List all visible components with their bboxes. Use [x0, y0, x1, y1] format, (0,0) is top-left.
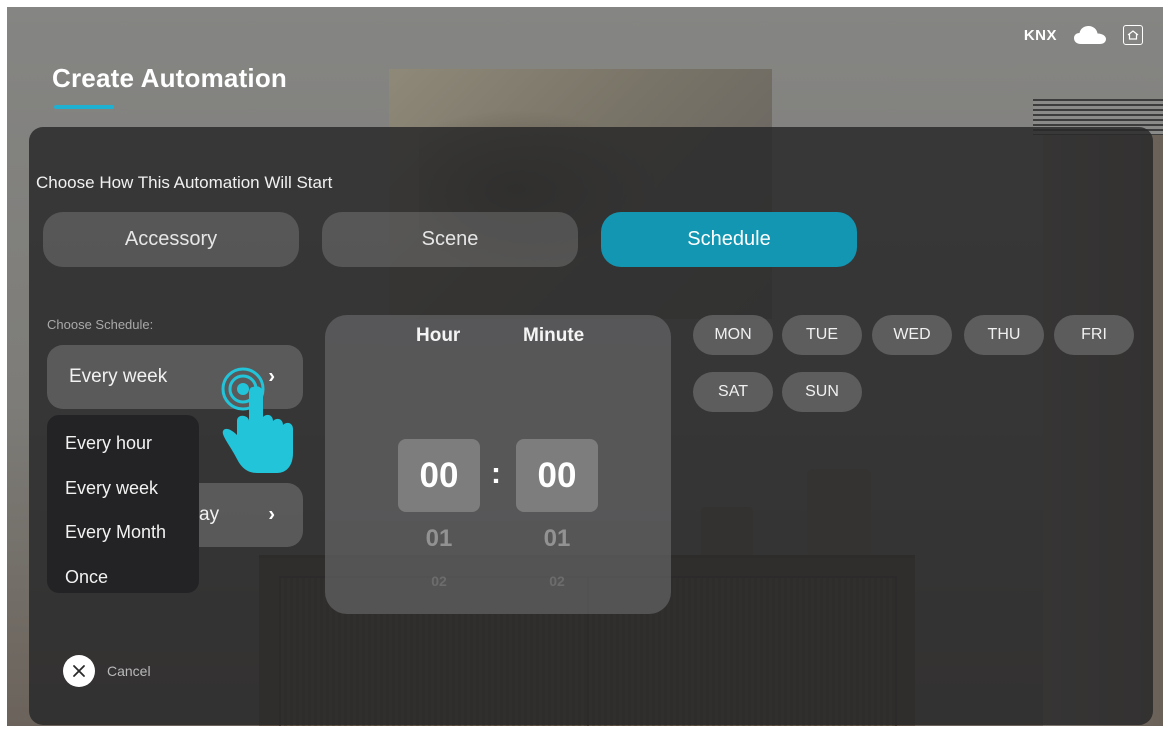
minute-next2-value[interactable]: 02 — [516, 573, 598, 589]
cloud-icon[interactable] — [1073, 25, 1107, 45]
close-glyph-icon — [73, 665, 85, 677]
schedule-button[interactable]: Schedule — [601, 212, 857, 267]
tap-gesture-icon — [221, 367, 293, 473]
time-separator: : — [491, 457, 501, 490]
day-chip-mon[interactable]: MON — [693, 315, 773, 355]
day-chip-sat[interactable]: SAT — [693, 372, 773, 412]
page-title: Create Automation — [52, 63, 288, 93]
schedule-select-value: Every week — [69, 366, 168, 387]
schedule-dropdown: Every hour Every week Every Month Once — [47, 415, 199, 593]
screen: KNX Create Automation Choose How This Au… — [7, 7, 1163, 726]
day-chip-tue[interactable]: TUE — [782, 315, 862, 355]
home-glyph-icon — [1127, 30, 1139, 40]
secondary-select-value: ay — [199, 504, 220, 525]
day-chip-thu[interactable]: THU — [964, 315, 1044, 355]
minute-next-value[interactable]: 01 — [516, 525, 598, 553]
time-picker[interactable]: Hour Minute 00 : 00 01 01 02 02 — [325, 315, 671, 614]
dropdown-item-once[interactable]: Once — [47, 555, 199, 600]
day-chip-sun[interactable]: SUN — [782, 372, 862, 412]
home-icon[interactable] — [1123, 25, 1143, 45]
section-heading: Choose How This Automation Will Start — [36, 173, 333, 192]
day-chip-wed[interactable]: WED — [872, 315, 952, 355]
knx-label: KNX — [1023, 26, 1057, 44]
day-chip-fri[interactable]: FRI — [1054, 315, 1134, 355]
status-bar: KNX — [1024, 23, 1143, 47]
hour-next-value[interactable]: 01 — [398, 525, 480, 553]
hour-value[interactable]: 00 — [398, 439, 480, 512]
minute-label: Minute — [523, 325, 585, 346]
minute-value[interactable]: 00 — [516, 439, 598, 512]
chevron-right-icon: › — [268, 503, 275, 526]
title-underline — [54, 105, 114, 109]
hour-next2-value[interactable]: 02 — [398, 573, 480, 589]
close-icon — [63, 655, 95, 687]
accessory-button[interactable]: Accessory — [43, 212, 299, 267]
hour-label: Hour — [416, 325, 461, 346]
dropdown-item-every-month[interactable]: Every Month — [47, 510, 199, 555]
choose-schedule-label: Choose Schedule: — [47, 317, 154, 332]
cancel-button[interactable]: Cancel — [63, 655, 151, 687]
scene-button[interactable]: Scene — [322, 212, 578, 267]
cancel-label: Cancel — [107, 663, 151, 679]
dropdown-item-every-week[interactable]: Every week — [47, 466, 199, 511]
dropdown-item-every-hour[interactable]: Every hour — [47, 421, 199, 466]
